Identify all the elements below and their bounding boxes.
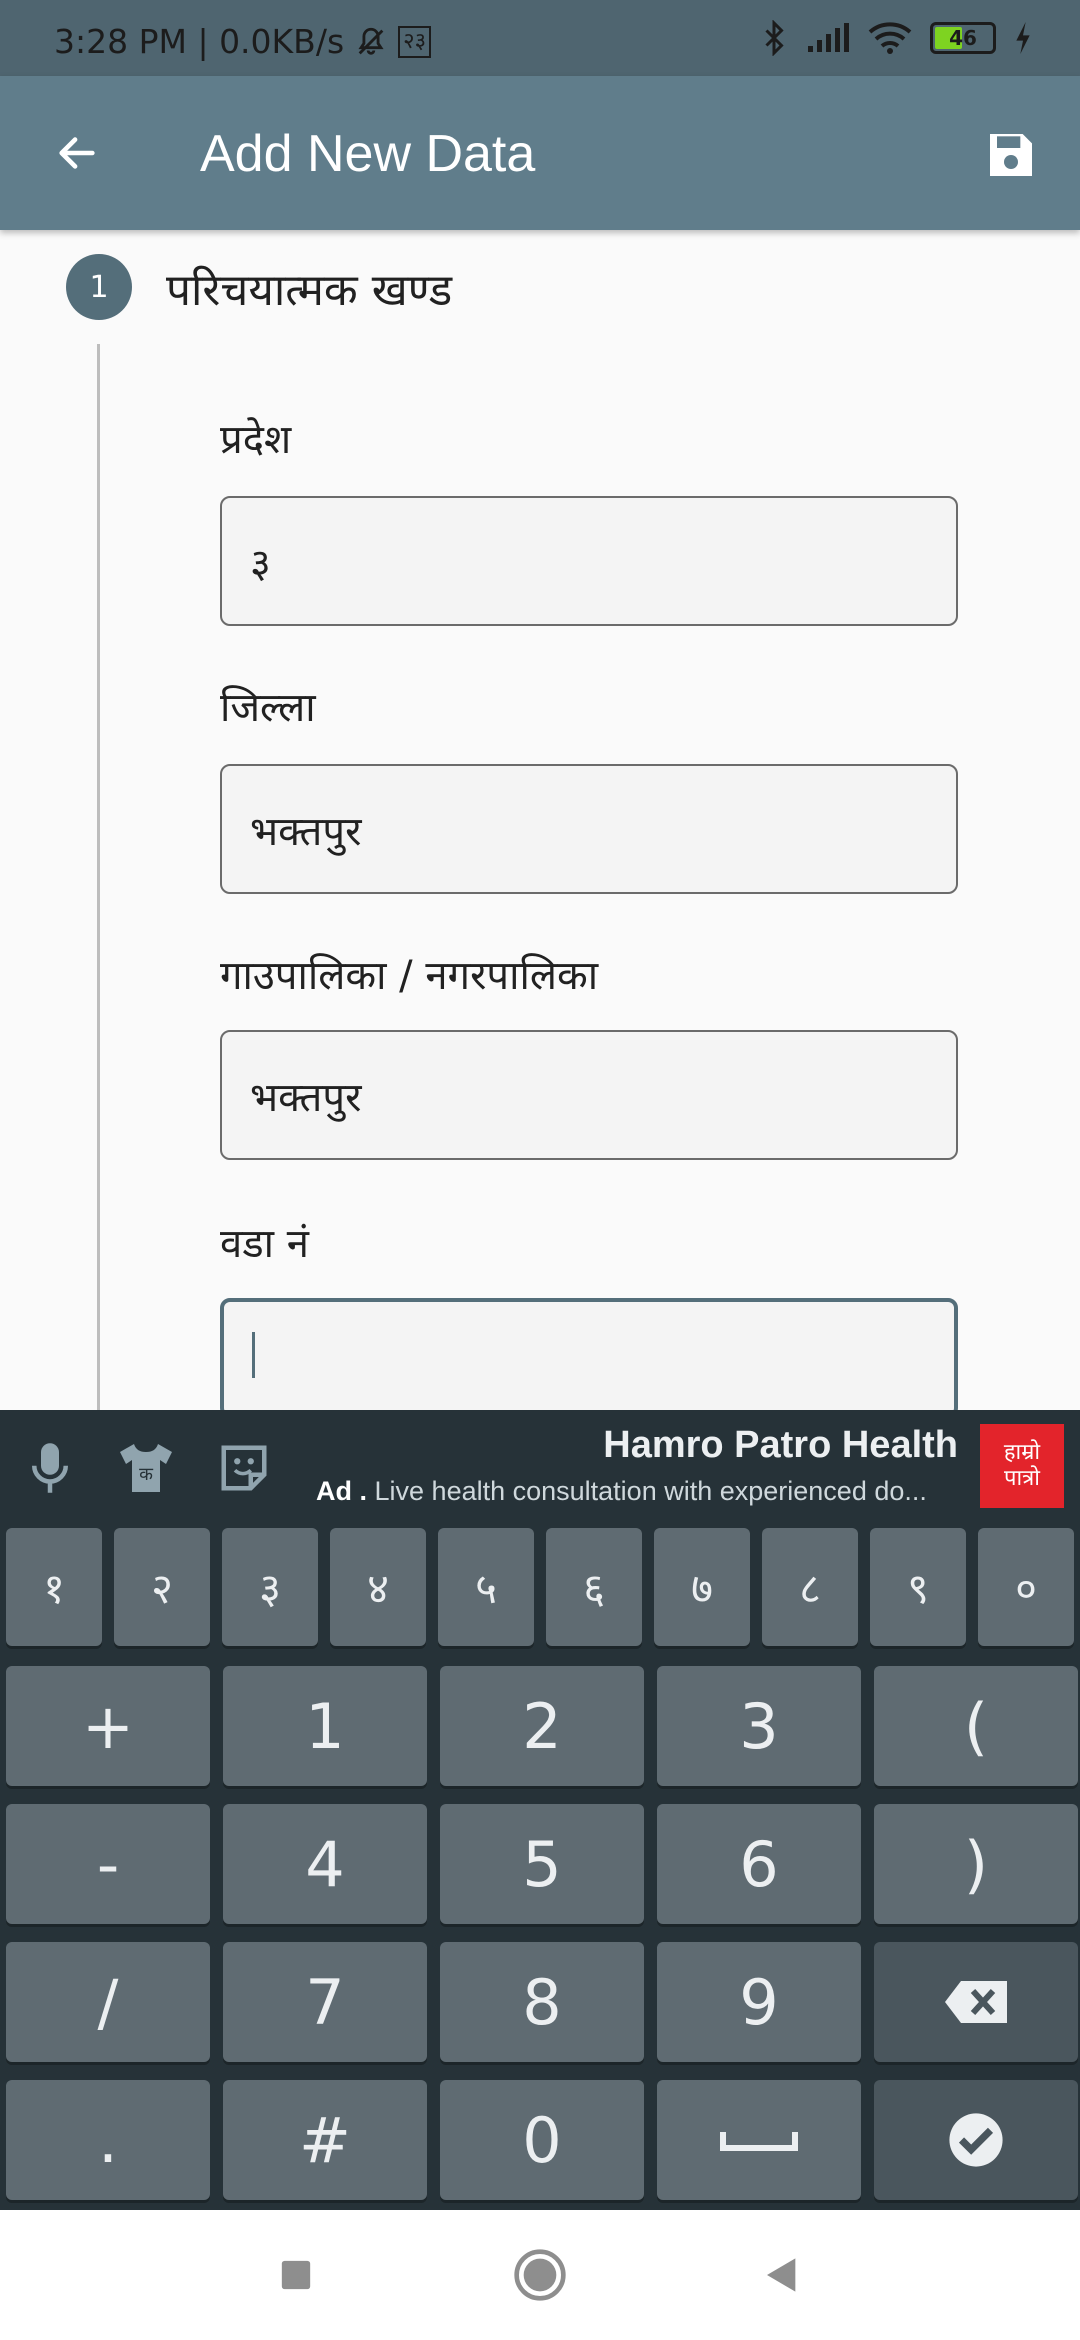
district-field[interactable]: भक्तपुर [220, 764, 958, 894]
key-five[interactable]: 5 [440, 1804, 644, 1924]
key-close-paren[interactable]: ) [874, 1804, 1078, 1924]
key-two[interactable]: 2 [440, 1666, 644, 1786]
logo-line-1: हाम्रो [1003, 1440, 1041, 1465]
hamro-patro-logo[interactable]: हाम्रो पात्रो [980, 1424, 1064, 1508]
key-eight[interactable]: 8 [440, 1942, 644, 2062]
battery-level: 46 [949, 26, 977, 50]
key-space[interactable] [657, 2080, 861, 2200]
bluetooth-icon [760, 20, 788, 56]
battery-indicator: 46 [930, 22, 996, 54]
navigation-bar [0, 2210, 1080, 2340]
theme-shirt-icon[interactable]: क [118, 1440, 174, 1496]
shirt-label: क [139, 1464, 154, 1485]
ward-label: वडा नं [220, 1221, 309, 1267]
back-nav-button[interactable] [752, 2245, 812, 2305]
key-digit-9[interactable]: ० [978, 1528, 1074, 1646]
key-digit-2[interactable]: ३ [222, 1528, 318, 1646]
key-seven[interactable]: 7 [223, 1942, 427, 2062]
municipality-value: भक्तपुर [250, 1074, 362, 1121]
text-caret [252, 1332, 255, 1378]
square-icon [281, 2260, 311, 2290]
status-time-speed: 3:28 PM | 0.0KB/s [54, 22, 345, 61]
key-nine[interactable]: 9 [657, 1942, 861, 2062]
key-plus[interactable]: + [6, 1666, 210, 1786]
key-digit-0[interactable]: १ [6, 1528, 102, 1646]
key-four[interactable]: 4 [223, 1804, 427, 1924]
signal-icon [806, 22, 850, 54]
step-connector-line [97, 344, 100, 1414]
sim-badge: २३ [398, 25, 432, 58]
home-button[interactable] [510, 2245, 570, 2305]
key-digit-7[interactable]: ८ [762, 1528, 858, 1646]
district-label: जिल्ला [220, 685, 316, 731]
key-slash[interactable]: / [6, 1942, 210, 2062]
keyboard-toolbar: क Hamro Patro Health Ad . Live health co… [0, 1410, 1080, 1522]
province-value: ३ [250, 540, 271, 587]
district-value: भक्तपुर [250, 808, 362, 855]
page-title: Add New Data [200, 125, 536, 183]
key-digit-3[interactable]: ४ [330, 1528, 426, 1646]
key-backspace[interactable] [874, 1942, 1078, 2062]
charging-icon [1014, 22, 1032, 54]
triangle-back-icon [767, 2258, 796, 2292]
ad-text: Live health consultation with experience… [374, 1476, 927, 1506]
key-open-paren[interactable]: ( [874, 1666, 1078, 1786]
microphone-icon[interactable] [22, 1440, 78, 1496]
key-one[interactable]: 1 [223, 1666, 427, 1786]
key-digit-6[interactable]: ७ [654, 1528, 750, 1646]
mute-notification-icon [354, 25, 388, 59]
ad-prefix: Ad . [316, 1476, 367, 1506]
province-label: प्रदेश [220, 417, 292, 463]
status-left: 3:28 PM | 0.0KB/s २३ [54, 22, 432, 61]
ward-number-field[interactable] [220, 1298, 958, 1418]
ad-description[interactable]: Ad . Live health consultation with exper… [316, 1476, 956, 1507]
key-period[interactable]: . [6, 2080, 210, 2200]
key-digit-5[interactable]: ६ [546, 1528, 642, 1646]
municipality-field[interactable]: भक्तपुर [220, 1030, 958, 1160]
status-bar: 3:28 PM | 0.0KB/s २३ 46 [0, 0, 1080, 76]
key-six[interactable]: 6 [657, 1804, 861, 1924]
back-button[interactable] [44, 122, 110, 184]
province-field[interactable]: ३ [220, 496, 958, 626]
logo-line-2: पात्रो [1003, 1466, 1041, 1491]
key-zero[interactable]: 0 [440, 2080, 644, 2200]
step-number-badge: 1 [66, 254, 132, 320]
key-done[interactable] [874, 2080, 1078, 2200]
save-button[interactable] [978, 122, 1044, 188]
space-icon [720, 2132, 798, 2151]
wifi-icon [868, 21, 912, 55]
step-title: परिचयात्मक खण्ड [166, 265, 453, 316]
key-digit-1[interactable]: २ [114, 1528, 210, 1646]
keyboard: क Hamro Patro Health Ad . Live health co… [0, 1410, 1080, 2210]
checkmark-icon [949, 2113, 1003, 2167]
ad-title[interactable]: Hamro Patro Health [603, 1424, 958, 1467]
circle-icon [514, 2249, 566, 2301]
recent-apps-button[interactable] [266, 2245, 326, 2305]
key-three[interactable]: 3 [657, 1666, 861, 1786]
municipality-label: गाउपालिका / नगरपालिका [220, 953, 599, 999]
sticker-icon[interactable] [216, 1440, 272, 1496]
arrow-left-icon [59, 137, 95, 169]
key-hash[interactable]: # [223, 2080, 427, 2200]
backspace-icon [945, 1981, 1007, 2023]
key-digit-8[interactable]: ९ [870, 1528, 966, 1646]
app-bar: Add New Data [0, 76, 1080, 230]
key-digit-4[interactable]: ५ [438, 1528, 534, 1646]
save-icon [990, 134, 1032, 176]
status-right: 46 [760, 20, 1032, 56]
key-minus[interactable]: - [6, 1804, 210, 1924]
